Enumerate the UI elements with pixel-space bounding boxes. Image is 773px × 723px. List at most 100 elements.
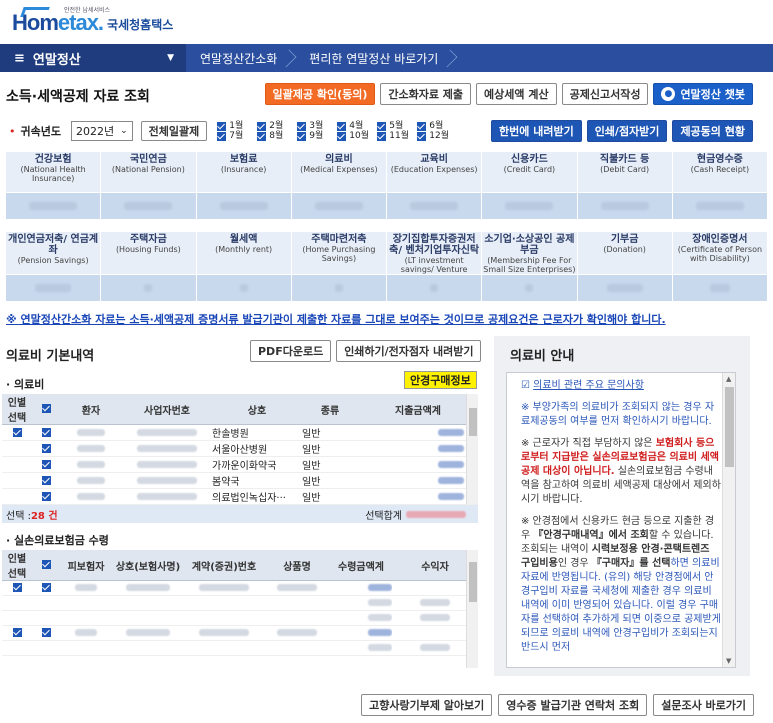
row-checkbox[interactable] bbox=[41, 491, 51, 501]
category-monthly-rent[interactable]: 월세액 (Monthly rent) bbox=[196, 232, 291, 274]
year-select[interactable]: 2022년 ⌄ bbox=[70, 121, 133, 141]
row-checkbox[interactable] bbox=[41, 583, 51, 592]
top-nav: ≡ 연말정산 ▼ 연말정산간소화 편리한 연말정산 바로가기 bbox=[0, 44, 773, 72]
table-row[interactable]: 한솔병원 일반 bbox=[2, 424, 478, 441]
row-checkbox[interactable] bbox=[41, 443, 51, 453]
guide-scrollbar[interactable]: ▲ ▼ bbox=[722, 373, 735, 667]
category-debit-card[interactable]: 직불카드 등 (Debit Card) bbox=[577, 152, 672, 192]
selected-count: 28 건 bbox=[30, 510, 58, 522]
consent-status-button[interactable]: 제공동의 현황 bbox=[672, 120, 753, 142]
survey-button[interactable]: 설문조사 바로가기 bbox=[653, 694, 754, 716]
table-row[interactable]: 봄약국 일반 bbox=[2, 472, 478, 489]
category-grid-row2: 개인연금저축/ 연금계좌 (Pension Savings) 주택자금 (Housi… bbox=[6, 232, 767, 301]
category-lt-investment[interactable]: 장기집합투자증권저축/ 벤처기업투자신탁 (LT investment savin… bbox=[387, 232, 482, 274]
table-row[interactable]: 서울아산병원 일반 bbox=[2, 440, 478, 457]
month-checkbox[interactable]: 12월 bbox=[417, 131, 457, 141]
month-checkbox[interactable]: 9월 bbox=[297, 131, 337, 141]
nav-menu-yearend[interactable]: ≡ 연말정산 ▼ bbox=[0, 44, 186, 72]
scroll-up-icon[interactable]: ▲ bbox=[726, 375, 731, 383]
chevron-down-icon: ⌄ bbox=[120, 126, 128, 136]
col-header-checkbox[interactable] bbox=[32, 550, 60, 581]
col-header-checkbox[interactable] bbox=[32, 394, 60, 425]
chatbot-button[interactable]: ● 연말정산 챗봇 bbox=[653, 83, 753, 105]
category-cash-receipt[interactable]: 현금영수증 (Cash Receipt) bbox=[672, 152, 767, 192]
faq-link[interactable]: 의료비 관련 주요 문의사항 bbox=[533, 380, 644, 391]
hometown-donation-button[interactable]: 고향사랑기부제 알아보기 bbox=[361, 694, 493, 716]
notice-link[interactable]: ※ 연말정산간소화 자료는 소득·세액공제 증명서류 발급기관이 제출한 자료를… bbox=[6, 311, 666, 327]
cell-name: 한솔병원 bbox=[212, 424, 302, 441]
insurance-table: 인별 선택 피보험자 상호(보험사명) 계약(증권)번호 상품명 수령금액계 수… bbox=[2, 550, 478, 656]
category-housing-funds[interactable]: 주택자금 (Housing Funds) bbox=[101, 232, 196, 274]
amount-cell bbox=[577, 275, 672, 301]
table-row[interactable]: 가까운이화약국 일반 bbox=[2, 456, 478, 473]
month-checkbox[interactable]: 6월 bbox=[417, 121, 457, 131]
table-row[interactable] bbox=[2, 625, 478, 641]
glasses-info-button[interactable]: 안경구매정보 bbox=[404, 371, 477, 389]
amount-cell bbox=[6, 193, 101, 219]
print-download-button[interactable]: 인쇄하기/전자점자 내려받기 bbox=[336, 340, 482, 362]
chatbot-icon: ● bbox=[661, 87, 676, 101]
table-row[interactable] bbox=[2, 580, 478, 596]
logo-tagline: 안전한 납세서비스 bbox=[64, 7, 111, 14]
nav-item-simplified[interactable]: 연말정산간소화 bbox=[186, 44, 295, 72]
row-checkbox[interactable] bbox=[12, 628, 22, 637]
category-credit-card[interactable]: 신용카드 (Credit Card) bbox=[482, 152, 577, 192]
month-checkbox[interactable]: 1월 bbox=[217, 121, 257, 131]
row-checkbox[interactable] bbox=[12, 583, 22, 592]
month-checkbox[interactable]: 10월 bbox=[337, 131, 377, 141]
estimate-button[interactable]: 예상세액 계산 bbox=[476, 83, 557, 105]
download-all-button[interactable]: 한번에 내려받기 bbox=[491, 120, 582, 142]
month-checkbox[interactable]: 7월 bbox=[217, 131, 257, 141]
top-button-row: 일괄제공 확인(동의) 간소화자료 제출 예상세액 계산 공제신고서작성 ● 연말… bbox=[264, 83, 753, 105]
category-medical[interactable]: 의료비 (Medical Expenses) bbox=[291, 152, 386, 192]
row-checkbox[interactable] bbox=[41, 628, 51, 637]
print-braille-button[interactable]: 인쇄/점자받기 bbox=[586, 120, 668, 142]
month-checkbox[interactable]: 11월 bbox=[377, 131, 417, 141]
table-scrollbar[interactable] bbox=[466, 394, 478, 504]
col-header: 계약(증권)번호 bbox=[184, 550, 264, 581]
table-scrollbar[interactable] bbox=[466, 550, 478, 668]
row-checkbox[interactable] bbox=[41, 427, 51, 437]
scroll-down-icon[interactable]: ▼ bbox=[726, 657, 731, 665]
category-national-pension[interactable]: 국민연금 (National Pension) bbox=[101, 152, 196, 192]
month-checkbox[interactable]: 4월 bbox=[337, 121, 377, 131]
medical-button-row: PDF다운로드 인쇄하기/전자점자 내려받기 bbox=[250, 340, 482, 362]
hometax-logo[interactable]: 안전한 납세서비스 Hometax. 국세청홈택스 bbox=[12, 4, 173, 36]
issuer-contact-button[interactable]: 영수증 발급기관 연락처 조회 bbox=[498, 694, 648, 716]
col-header: 피보험자 bbox=[60, 550, 112, 581]
category-grid-row1: 건강보험 (National Health Insurance) 국민연금 (Nat… bbox=[6, 152, 767, 219]
whole-year-button[interactable]: 전체일괄제 bbox=[140, 121, 208, 141]
deduct-form-button[interactable]: 공제신고서작성 bbox=[561, 83, 649, 105]
category-health-insurance[interactable]: 건강보험 (National Health Insurance) bbox=[6, 152, 101, 192]
category-donation[interactable]: 기부금 (Donation) bbox=[577, 232, 672, 274]
category-disability[interactable]: 장애인증명서 (Certificate of Person with Disabi… bbox=[672, 232, 767, 274]
amount-cell bbox=[387, 275, 482, 301]
category-pension-savings[interactable]: 개인연금저축/ 연금계좌 (Pension Savings) bbox=[6, 232, 101, 274]
amount-cell bbox=[291, 193, 386, 219]
month-checkbox[interactable]: 2월 bbox=[257, 121, 297, 131]
category-insurance[interactable]: 보험료 (Insurance) bbox=[196, 152, 291, 192]
caret-down-icon: ▼ bbox=[167, 53, 174, 63]
cell-type: 일반 bbox=[302, 472, 358, 489]
table-row[interactable] bbox=[2, 595, 478, 611]
table-row[interactable]: 의료법인녹십자··· 일반 bbox=[2, 488, 478, 505]
nav-item-shortcut[interactable]: 편리한 연말정산 바로가기 bbox=[295, 44, 456, 72]
month-checkbox[interactable]: 8월 bbox=[257, 131, 297, 141]
month-checkbox[interactable]: 3월 bbox=[297, 121, 337, 131]
category-education[interactable]: 교육비 (Education Expenses) bbox=[387, 152, 482, 192]
amount-cell bbox=[101, 275, 196, 301]
row-checkbox[interactable] bbox=[12, 427, 22, 437]
table-row[interactable] bbox=[2, 610, 478, 626]
row-checkbox[interactable] bbox=[41, 475, 51, 485]
simple-submit-button[interactable]: 간소화자료 제출 bbox=[380, 83, 472, 105]
month-checkbox[interactable]: 5월 bbox=[377, 121, 417, 131]
link-icon: ☑ bbox=[521, 380, 534, 391]
consent-button[interactable]: 일괄제공 확인(동의) bbox=[264, 83, 376, 105]
table-row[interactable] bbox=[2, 640, 478, 656]
category-home-savings[interactable]: 주택마련저축 (Home Purchasing Savings) bbox=[291, 232, 386, 274]
col-header: 상품명 bbox=[264, 550, 330, 581]
category-small-enterprise[interactable]: 소기업·소상공인 공제부금 (Membership Fee For Small S… bbox=[482, 232, 577, 274]
pdf-download-button[interactable]: PDF다운로드 bbox=[250, 340, 332, 362]
col-header: 인별 선택 bbox=[2, 550, 32, 581]
row-checkbox[interactable] bbox=[41, 459, 51, 469]
